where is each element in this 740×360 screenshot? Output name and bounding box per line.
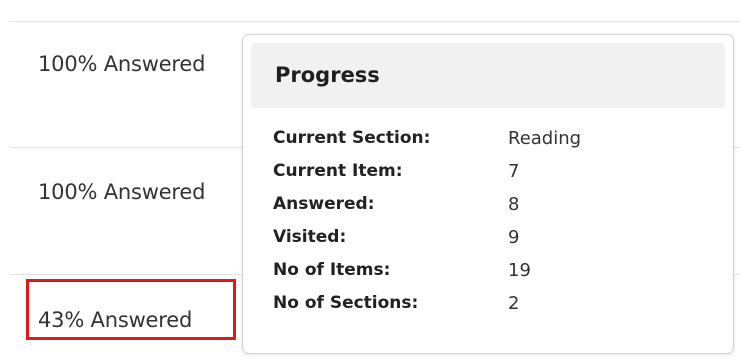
detail-value: 19 [508,260,531,281]
progress-table: 100% Answered 100% Answered 43% Answered… [0,0,740,360]
row-divider [10,21,740,22]
detail-row-current-section: Current Section: Reading [273,128,713,161]
detail-value: 9 [508,227,520,248]
detail-label: Answered: [273,194,375,214]
detail-value: 7 [508,161,520,182]
popover-header: Progress [251,43,725,108]
detail-row-visited: Visited: 9 [273,227,713,260]
detail-row-no-of-items: No of Items: 19 [273,260,713,293]
detail-value: 8 [508,194,520,215]
popover-details: Current Section: Reading Current Item: 7… [273,128,713,326]
detail-row-answered: Answered: 8 [273,194,713,227]
popover-title: Progress [275,63,380,87]
detail-label: Visited: [273,227,347,247]
detail-row-current-item: Current Item: 7 [273,161,713,194]
detail-label: No of Items: [273,260,391,280]
detail-label: Current Section: [273,128,431,148]
row-status-1[interactable]: 100% Answered [38,52,205,76]
detail-value: 2 [508,293,520,314]
detail-value: Reading [508,128,582,149]
detail-label: Current Item: [273,161,403,181]
highlight-box [26,279,236,340]
row-status-2[interactable]: 100% Answered [38,180,205,204]
detail-row-no-of-sections: No of Sections: 2 [273,293,713,326]
progress-popover: Progress Current Section: Reading Curren… [242,34,734,354]
detail-label: No of Sections: [273,293,419,313]
